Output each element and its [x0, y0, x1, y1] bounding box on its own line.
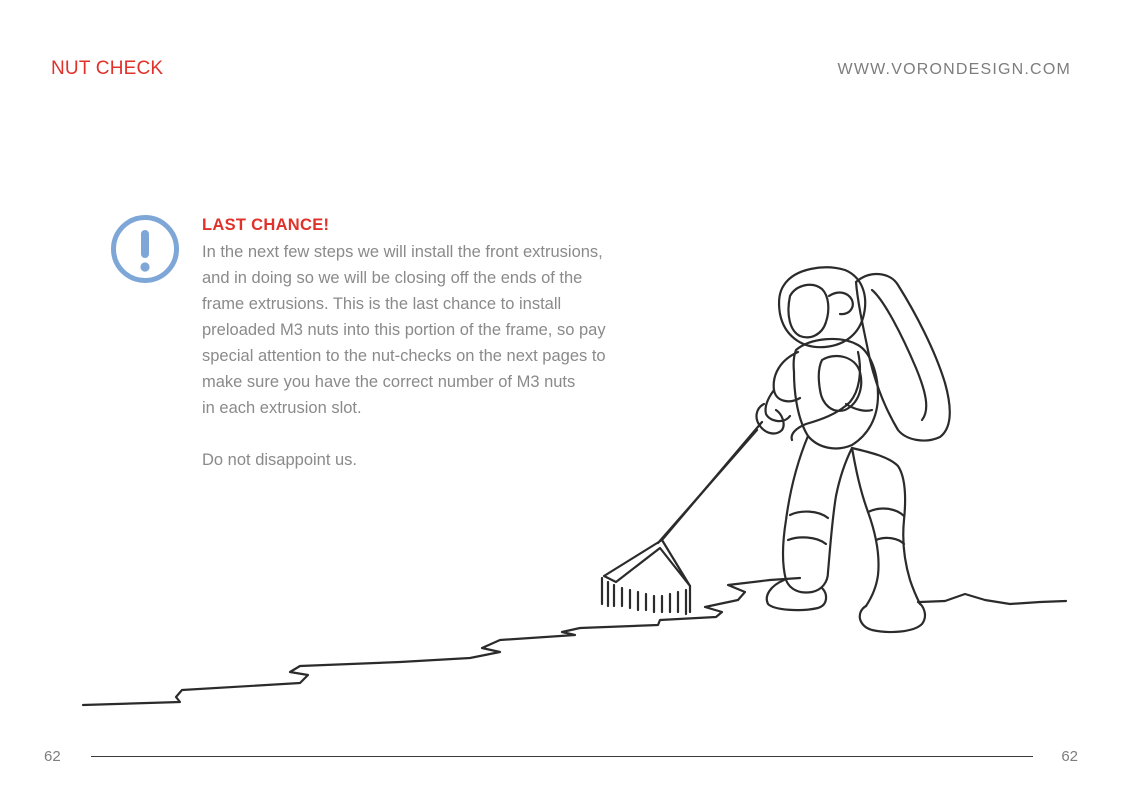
footer-rule: [91, 756, 1033, 757]
callout: LAST CHANCE! In the next few steps we wi…: [202, 213, 662, 473]
glove: [755, 402, 785, 435]
left-boot: [765, 578, 828, 612]
callout-line: make sure you have the correct number of…: [202, 373, 576, 391]
page-number-left: 62: [44, 748, 61, 765]
callout-line: special attention to the nut-checks on t…: [202, 347, 606, 365]
backpack: [854, 273, 951, 442]
section-title: NUT CHECK: [51, 58, 164, 79]
rake-tines: [600, 576, 692, 616]
visor: [787, 283, 830, 339]
right-arm: [790, 350, 861, 442]
page-number-right: 62: [1061, 748, 1078, 765]
left-leg: [781, 434, 854, 594]
callout-body: In the next few steps we will install th…: [202, 239, 662, 473]
rake-handle: [660, 420, 764, 542]
callout-line: preloaded M3 nuts into this portion of t…: [202, 321, 606, 339]
callout-line: in each extrusion slot.: [202, 399, 362, 417]
right-boot: [858, 600, 927, 634]
callout-line: frame extrusions. This is the last chanc…: [202, 295, 562, 313]
helmet: [777, 266, 867, 349]
left-arm: [772, 350, 802, 403]
ground-line-right: [918, 592, 1068, 606]
ground-line: [81, 576, 802, 707]
torso: [792, 337, 880, 450]
callout-line: and in doing so we will be closing off t…: [202, 269, 583, 287]
exclamation-circle-icon: [111, 215, 179, 283]
callout-line: In the next few steps we will install th…: [202, 243, 603, 261]
callout-heading: LAST CHANCE!: [202, 216, 330, 234]
right-leg: [850, 446, 880, 608]
site-url[interactable]: WWW.VORONDESIGN.COM: [838, 61, 1071, 79]
callout-closing: Do not disappoint us.: [202, 451, 358, 469]
rake-head: [602, 538, 692, 588]
